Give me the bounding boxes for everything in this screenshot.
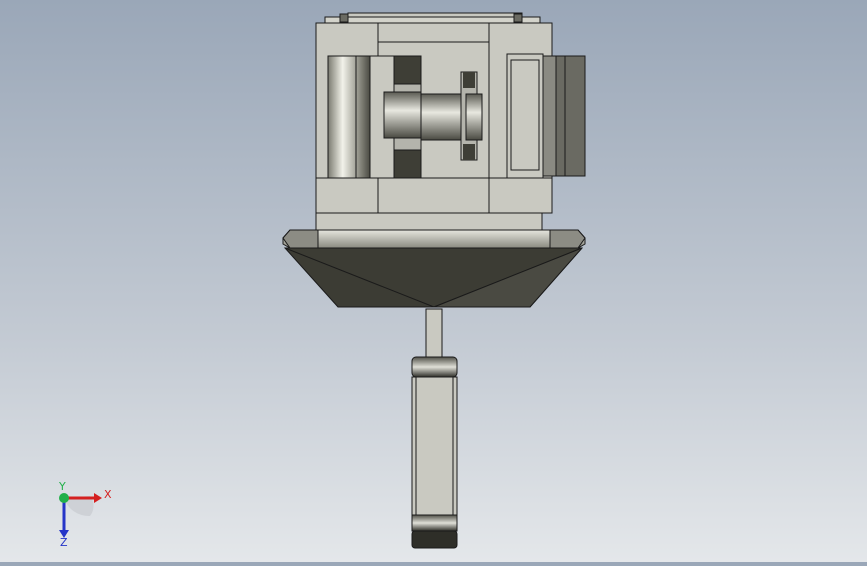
y-axis-label: Y <box>58 482 66 493</box>
part-model[interactable] <box>0 0 867 562</box>
axis-triad: X Y Z <box>48 480 118 549</box>
z-axis-label: Z <box>60 536 68 548</box>
y-axis-dot <box>59 493 69 503</box>
right-block[interactable] <box>506 53 586 179</box>
bottom-wheel[interactable] <box>411 356 458 549</box>
conical-base[interactable] <box>283 247 584 308</box>
cad-viewport[interactable]: X Y Z <box>0 0 867 562</box>
x-axis-label: X <box>104 488 112 501</box>
stem[interactable] <box>425 308 443 365</box>
x-axis-head <box>94 493 102 503</box>
triad-graphic: X Y Z <box>58 480 112 549</box>
top-rail[interactable] <box>324 12 541 24</box>
flange-plate[interactable] <box>282 229 586 249</box>
